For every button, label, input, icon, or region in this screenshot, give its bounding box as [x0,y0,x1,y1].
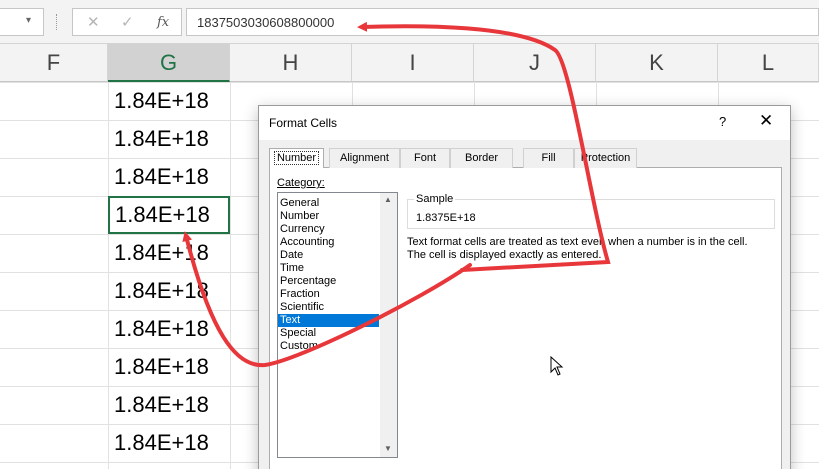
enter-icon[interactable]: ✓ [121,13,134,31]
category-item-date[interactable]: Date [278,249,379,262]
category-item-text[interactable]: Text [278,314,379,327]
category-item-scientific[interactable]: Scientific [278,301,379,314]
tab-label: Fill [541,152,556,164]
description-line-2: The cell is displayed exactly as entered… [407,249,602,261]
column-gridline [230,82,231,469]
column-header-l[interactable]: L [718,44,819,82]
column-header-i[interactable]: I [352,44,474,82]
formula-buttons: ✕ ✓ fx [72,8,182,36]
category-item-percentage[interactable]: Percentage [278,275,379,288]
chevron-down-icon[interactable]: ▾ [26,15,31,26]
cell[interactable]: 1.84E+18 [108,424,230,462]
column-header-k[interactable]: K [596,44,718,82]
category-list[interactable]: ▲ ▼ General Number Currency Accounting Date T… [277,192,398,458]
cell[interactable]: 1.84E+18 [108,386,230,424]
help-button[interactable]: ? [719,114,726,129]
insert-function-icon[interactable]: fx [157,15,169,30]
mouse-cursor-icon [550,356,564,376]
cell[interactable]: 1.84E+18 [108,348,230,386]
scroll-up-icon[interactable]: ▲ [384,195,392,204]
category-label: Category: [277,177,325,189]
dialog-title: Format Cells [269,116,338,130]
category-item-accounting[interactable]: Accounting [278,236,379,249]
formula-bar: ▾ ✕ ✓ fx 1837503030608800000 [0,0,819,44]
tab-fill[interactable]: Fill [523,148,574,168]
category-item-custom[interactable]: Custom [278,340,379,353]
category-item-fraction[interactable]: Fraction [278,288,379,301]
active-cell[interactable]: 1.84E+18 [108,196,230,234]
cell[interactable]: 1.84E+18 [108,310,230,348]
cell[interactable]: 1.84E+18 [108,120,230,158]
column-header-h[interactable]: H [230,44,352,82]
sample-value: 1.8375E+18 [416,212,476,224]
column-header-j[interactable]: J [474,44,596,82]
close-button[interactable]: ✕ [759,111,773,131]
tab-label: Protection [580,152,631,164]
formula-bar-divider [56,14,58,30]
dialog-tabs: Number Alignment Font Border Fill Protection [269,148,782,169]
sample-group: Sample 1.8375E+18 [407,193,775,229]
column-header-g[interactable]: G [108,44,230,82]
category-item-number[interactable]: Number [278,210,379,223]
sample-label: Sample [414,193,456,205]
cell[interactable]: 1.84E+18 [108,234,230,272]
name-box[interactable] [0,8,44,36]
category-item-currency[interactable]: Currency [278,223,379,236]
category-item-general[interactable]: General [278,197,379,210]
tab-label: Alignment [340,152,389,164]
description-line-1: Text format cells are treated as text ev… [407,236,748,248]
tab-label: Font [413,152,436,164]
tab-label: Number [273,151,320,165]
formula-input[interactable]: 1837503030608800000 [186,8,819,36]
category-scrollbar[interactable]: ▲ ▼ [380,193,397,457]
scroll-down-icon[interactable]: ▼ [384,444,392,453]
format-description: Text format cells are treated as text ev… [407,236,779,262]
format-cells-dialog: Format Cells ? ✕ Number Alignment Font Bord… [258,105,791,469]
number-tab-panel: Category: ▲ ▼ General Number Currency Accou… [269,168,782,469]
tab-number[interactable]: Number [269,148,324,169]
tab-protection[interactable]: Protection [574,148,637,168]
category-item-special[interactable]: Special [278,327,379,340]
cell[interactable]: 1.84E+18 [108,82,230,120]
dialog-titlebar: Format Cells ? ✕ [259,106,790,140]
tab-alignment[interactable]: Alignment [329,148,400,168]
cell[interactable]: 1.84E+18 [108,158,230,196]
column-header-f[interactable]: F [0,44,108,82]
cancel-icon[interactable]: ✕ [87,13,100,31]
tab-label: Border [464,152,499,164]
category-item-time[interactable]: Time [278,262,379,275]
tab-font[interactable]: Font [400,148,450,168]
tab-border[interactable]: Border [450,148,513,168]
cell[interactable]: 1.84E+18 [108,272,230,310]
